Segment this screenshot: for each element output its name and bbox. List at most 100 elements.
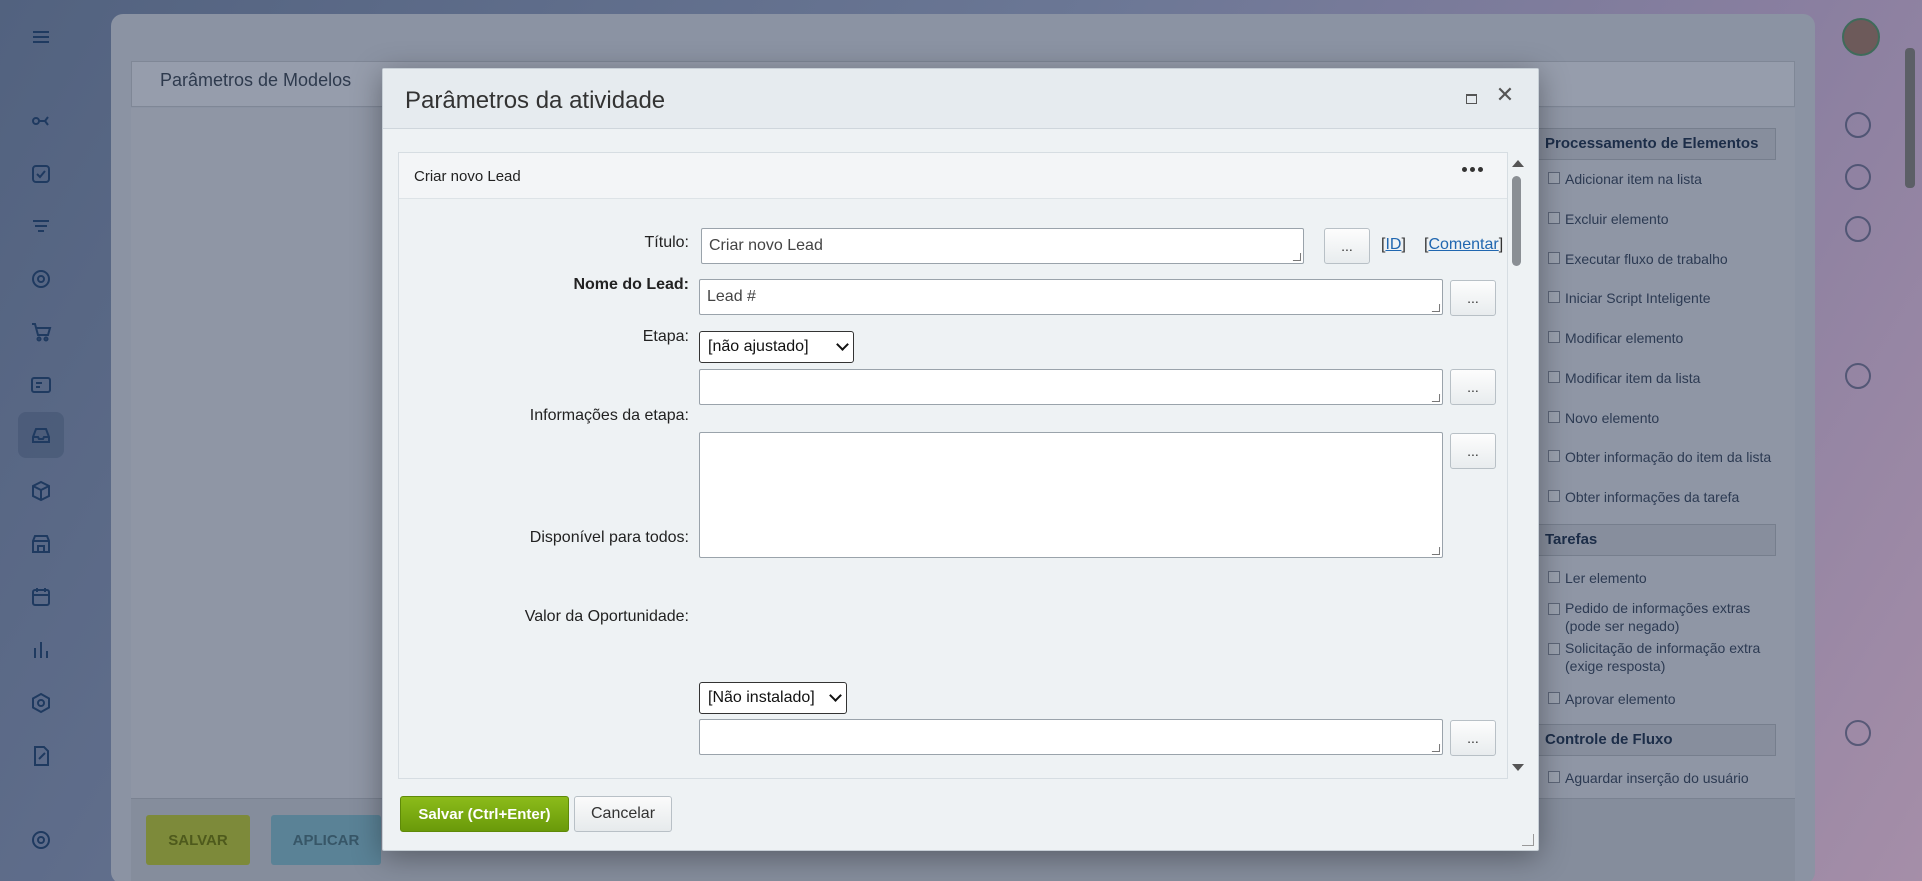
more-options-icon[interactable]: [1462, 167, 1483, 172]
dialog-content: Criar novo Lead Título: Nome do Lead: Et…: [398, 152, 1508, 779]
activity-name: Criar novo Lead: [414, 168, 521, 185]
item-icon: [1548, 212, 1560, 224]
hexagon-icon[interactable]: [26, 688, 56, 718]
target-icon[interactable]: [26, 264, 56, 294]
item-icon: [1548, 411, 1560, 423]
target-icon[interactable]: [1845, 164, 1871, 190]
bg-save-button[interactable]: SALVAR: [146, 815, 250, 865]
activity-item[interactable]: Executar fluxo de trabalho: [1565, 250, 1780, 268]
disponivel-field[interactable]: [699, 719, 1443, 755]
funnel-icon[interactable]: [26, 212, 56, 242]
activity-item[interactable]: Aguardar inserção do usuário: [1565, 769, 1780, 787]
etapa-selected: [não ajustado]: [708, 338, 809, 355]
dialog-header: Parâmetros da atividade ✕: [383, 69, 1538, 129]
search-icon[interactable]: [1845, 216, 1871, 242]
titulo-label: Título:: [644, 234, 689, 251]
menu-icon[interactable]: [26, 22, 56, 52]
info-etapa-label: Informações da etapa:: [529, 407, 689, 424]
activity-item[interactable]: Pedido de informações extras (pode ser n…: [1565, 599, 1780, 635]
resize-handle[interactable]: [1522, 834, 1534, 846]
activity-item[interactable]: Novo elemento: [1565, 409, 1780, 427]
item-icon: [1548, 603, 1560, 615]
edit-document-icon[interactable]: [26, 741, 56, 771]
settings-icon[interactable]: [26, 825, 56, 855]
chevron-down-icon: [836, 338, 849, 351]
tasks-icon[interactable]: [26, 159, 56, 189]
close-button[interactable]: ✕: [1496, 82, 1514, 107]
maximize-button[interactable]: [1463, 91, 1479, 107]
etapa-label: Etapa:: [642, 328, 689, 345]
etapa-select[interactable]: [não ajustado]: [699, 331, 854, 363]
user-avatar[interactable]: [1842, 18, 1880, 56]
bookmark-icon[interactable]: [1845, 363, 1871, 389]
titulo-field[interactable]: Criar novo Lead: [701, 228, 1304, 264]
chart-icon[interactable]: [26, 635, 56, 665]
cart-icon[interactable]: [26, 317, 56, 347]
activity-item[interactable]: Iniciar Script Inteligente: [1565, 289, 1780, 307]
dialog-scrollbar[interactable]: [1508, 152, 1525, 779]
comment-link[interactable]: [Comentar]: [1424, 236, 1503, 254]
nome-lead-field[interactable]: Lead #: [699, 279, 1443, 315]
close-icon: ✕: [1495, 82, 1515, 107]
activity-item[interactable]: Adicionar item na lista: [1565, 170, 1780, 188]
item-icon: [1548, 371, 1560, 383]
activity-item[interactable]: Obter informação do item da lista: [1565, 448, 1780, 466]
calendar-icon[interactable]: [26, 582, 56, 612]
bg-apply-button[interactable]: APLICAR: [271, 815, 381, 865]
section-controle-fluxo[interactable]: Controle de Fluxo: [1530, 724, 1776, 756]
activity-item[interactable]: Excluir elemento: [1565, 210, 1780, 228]
disponivel-label: Disponível para todos:: [529, 529, 689, 546]
activity-item[interactable]: Solicitação de informação extra (exige r…: [1565, 639, 1780, 675]
activity-parameters-dialog: Parâmetros da atividade ✕ Criar novo Lea…: [382, 68, 1539, 851]
item-icon: [1548, 172, 1560, 184]
workspace-title: Parâmetros de Modelos: [160, 70, 352, 90]
section-tarefas[interactable]: Tarefas: [1530, 524, 1776, 556]
activity-header: Criar novo Lead: [399, 153, 1507, 199]
scroll-down-icon[interactable]: [1512, 764, 1524, 771]
scroll-up-icon[interactable]: [1512, 160, 1524, 167]
activity-item[interactable]: Aprovar elemento: [1565, 690, 1780, 708]
item-icon: [1548, 450, 1560, 462]
activities-panel: Processamento de Elementos Adicionar ite…: [1530, 128, 1776, 798]
item-icon: [1548, 771, 1560, 783]
contact-card-icon[interactable]: [26, 370, 56, 400]
item-icon: [1548, 252, 1560, 264]
nome-lead-label: Nome do Lead:: [573, 276, 689, 293]
item-icon: [1548, 571, 1560, 583]
id-link[interactable]: [ID]: [1381, 236, 1406, 254]
info-etapa-dots-button[interactable]: ...: [1450, 433, 1496, 469]
page-scrollbar[interactable]: [1905, 48, 1915, 188]
chevron-down-icon: [829, 689, 842, 702]
disponivel-dots-button[interactable]: ...: [1450, 720, 1496, 756]
activity-item[interactable]: Modificar item da lista: [1565, 369, 1780, 387]
activity-item[interactable]: Modificar elemento: [1565, 329, 1780, 347]
etapa-dots-button[interactable]: ...: [1450, 369, 1496, 405]
cancel-button[interactable]: Cancelar: [574, 796, 672, 832]
etapa-field[interactable]: [699, 369, 1443, 405]
activity-item[interactable]: Ler elemento: [1565, 569, 1780, 587]
inbox-icon[interactable]: [18, 412, 64, 458]
dialog-title: Parâmetros da atividade: [405, 87, 666, 114]
item-icon: [1548, 692, 1560, 704]
item-icon: [1548, 331, 1560, 343]
activity-item[interactable]: Obter informações da tarefa: [1565, 488, 1780, 506]
item-icon: [1548, 490, 1560, 502]
nome-lead-dots-button[interactable]: ...: [1450, 280, 1496, 316]
section-processamento[interactable]: Processamento de Elementos: [1530, 128, 1776, 160]
store-icon[interactable]: [26, 529, 56, 559]
notification-icon[interactable]: [1845, 112, 1871, 138]
item-icon: [1548, 643, 1560, 655]
flow-icon[interactable]: [26, 106, 56, 136]
calendar-icon[interactable]: [1845, 720, 1871, 746]
info-etapa-field[interactable]: [699, 432, 1443, 558]
valor-label: Valor da Oportunidade:: [524, 608, 689, 625]
titulo-dots-button[interactable]: ...: [1324, 228, 1370, 264]
left-navigation-rail: [0, 0, 86, 881]
disponivel-select[interactable]: [Não instalado]: [699, 682, 847, 714]
save-button[interactable]: Salvar (Ctrl+Enter): [400, 796, 569, 832]
box-icon[interactable]: [26, 476, 56, 506]
item-icon: [1548, 291, 1560, 303]
disponivel-selected: [Não instalado]: [708, 689, 815, 706]
scroll-thumb[interactable]: [1512, 176, 1521, 266]
maximize-icon: [1465, 94, 1477, 104]
